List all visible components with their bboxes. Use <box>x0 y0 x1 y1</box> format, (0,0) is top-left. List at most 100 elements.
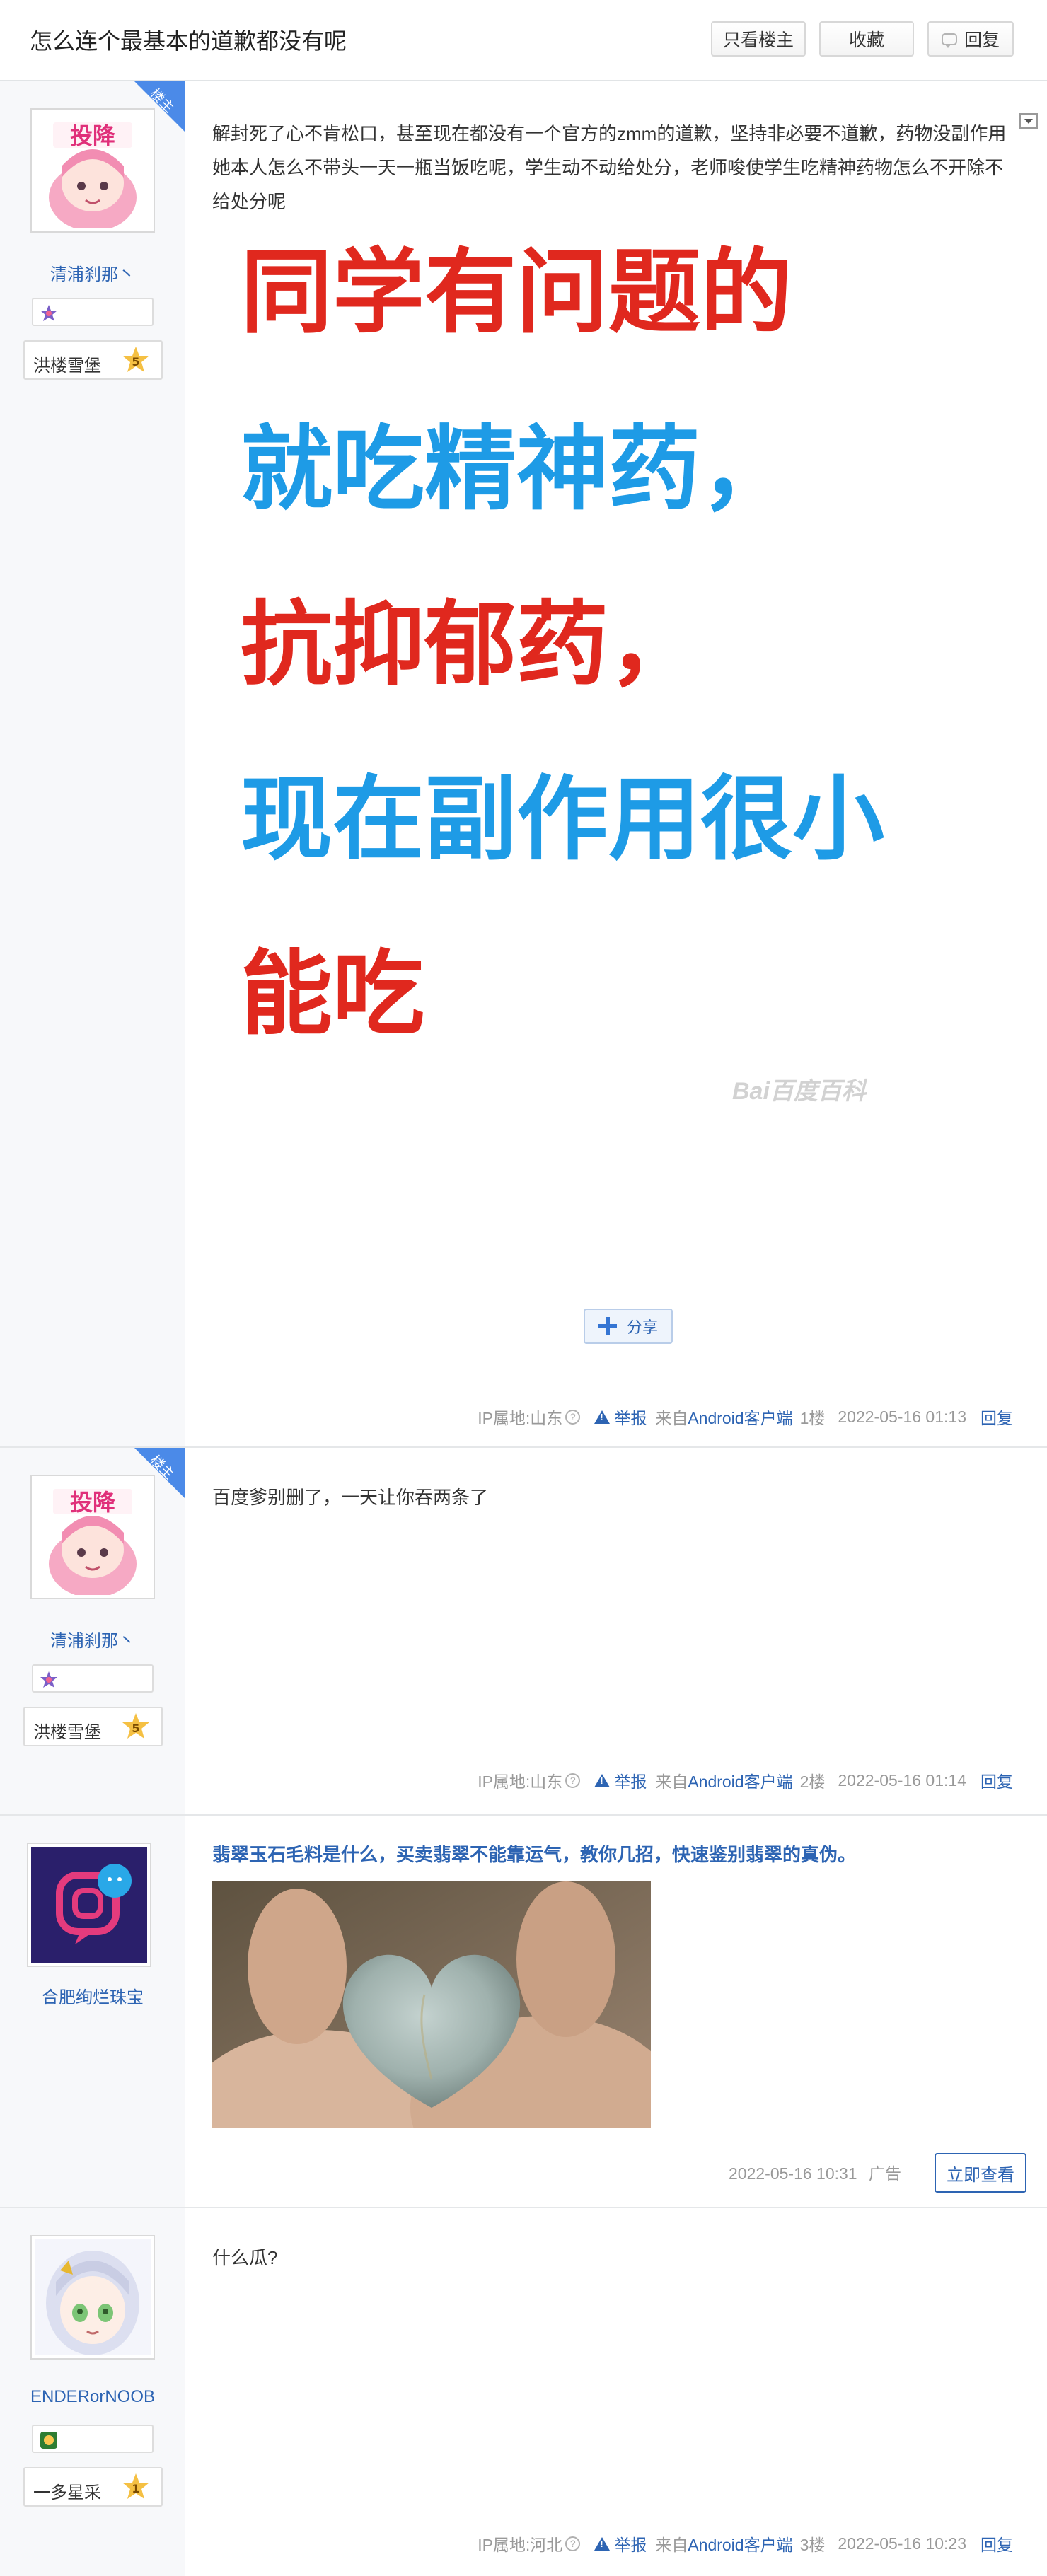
favorite-button[interactable]: 收藏 <box>819 21 914 57</box>
plus-icon <box>598 1317 617 1335</box>
reply-button[interactable]: 回复 <box>927 21 1014 57</box>
username-link[interactable]: ENDERorNOOB <box>0 2387 185 2407</box>
level-name: 洪楼雪堡 <box>33 356 101 376</box>
post-meta-3: IP属地:河北 ? 举报 来自 Android客户端 3楼 2022-05-16… <box>478 2532 1013 2555</box>
share-label: 分享 <box>626 1318 658 1336</box>
level-number: 1 <box>132 2482 139 2495</box>
report-link[interactable]: 举报 <box>594 1768 647 1792</box>
help-icon[interactable]: ? <box>565 1773 581 1788</box>
reply-link[interactable]: 回复 <box>981 1768 1013 1792</box>
post-text: 百度爹别删了，一天让你吞两条了 <box>212 1487 489 1508</box>
report-label: 举报 <box>614 1773 647 1791</box>
baike-watermark: Bai百度百科 <box>732 1078 866 1105</box>
warning-icon <box>594 1410 611 1424</box>
avatar-caption: 投降 <box>70 122 116 149</box>
meme-line-1: 同学有问题的 <box>241 238 793 346</box>
meme-line-2: 就吃精神药， <box>241 415 793 523</box>
thread-title: 怎么连个最基本的道歉都没有呢 <box>30 28 347 54</box>
advertiser-name[interactable]: 合肥绚烂珠宝 <box>0 1983 185 2008</box>
jade-heart-photo <box>212 1881 651 2128</box>
member-medal-icon <box>40 1671 57 1688</box>
floor-number: 3楼 <box>799 2536 826 2554</box>
report-label: 举报 <box>614 1409 647 1427</box>
level-box: 洪楼雪堡 5 <box>23 340 163 380</box>
from-prefix: 来自 <box>655 2536 688 2554</box>
only-op-label: 只看楼主 <box>722 30 794 50</box>
post-text: 什么瓜? <box>212 2247 278 2268</box>
comment-bubble-icon <box>941 33 957 48</box>
ad-label: 广告 <box>869 2164 901 2183</box>
meme-image: 同学有问题的 就吃精神药， 抗抑郁药， 现在副作用很小 能吃 <box>212 225 884 1144</box>
reply-label: 回复 <box>964 30 1000 50</box>
level-box: 一多星采 1 <box>23 2467 163 2507</box>
ad-meta: 2022-05-16 10:31 广告 <box>729 2160 901 2184</box>
level-number: 5 <box>132 355 139 369</box>
badge-bar <box>32 1664 154 1693</box>
floor-number: 2楼 <box>799 1773 826 1791</box>
reply-link[interactable]: 回复 <box>981 1405 1013 1429</box>
report-link[interactable]: 举报 <box>594 2531 647 2555</box>
meme-line-4: 现在副作用很小 <box>241 765 885 873</box>
level-box: 洪楼雪堡 5 <box>23 1707 163 1746</box>
ad-time: 2022-05-16 10:31 <box>729 2164 857 2183</box>
report-label: 举报 <box>614 2536 647 2554</box>
post-floor-2: 楼主 投降 清浦刹那丶 洪楼雪堡 5 百度爹别删了，一天让你吞两条了 IP属地:… <box>0 1448 1047 1816</box>
floor-number: 1楼 <box>799 1409 826 1427</box>
client-link[interactable]: Android客户端 <box>688 1768 792 1792</box>
report-link[interactable]: 举报 <box>594 1405 647 1429</box>
avatar[interactable] <box>30 2235 155 2360</box>
level-name: 洪楼雪堡 <box>33 1723 101 1742</box>
anime-avatar-image: 投降 <box>35 112 151 228</box>
post-time: 2022-05-16 01:13 <box>838 1407 966 1426</box>
share-button[interactable]: 分享 <box>584 1309 673 1344</box>
anime-avatar-image: 投降 <box>35 1479 151 1595</box>
meme-line-3: 抗抑郁药， <box>241 591 701 698</box>
from-prefix: 来自 <box>655 1409 688 1427</box>
username-link[interactable]: 清浦刹那丶 <box>0 260 185 285</box>
view-now-button[interactable]: 立即查看 <box>935 2153 1026 2193</box>
post-time: 2022-05-16 10:23 <box>838 2534 966 2553</box>
ip-location: IP属地:山东 <box>478 1773 563 1791</box>
advertiser-sidebar: 合肥绚烂珠宝 <box>0 1816 185 2207</box>
thread-header: 怎么连个最基本的道歉都没有呢 只看楼主 收藏 回复 <box>0 0 1047 81</box>
avatar[interactable]: 投降 <box>30 108 155 233</box>
level-number: 5 <box>132 1722 139 1735</box>
help-icon[interactable]: ? <box>565 1409 581 1425</box>
post-text: 解封死了心不肯松口，甚至现在都没有一个官方的zmm的道歉，坚持非必要不道歉，药物… <box>212 123 1007 212</box>
post-menu-toggle[interactable] <box>1019 113 1038 129</box>
app-logo-icon <box>31 1847 147 1963</box>
meme-line-5: 能吃 <box>241 940 425 1048</box>
avatar-caption: 投降 <box>70 1489 116 1516</box>
post-floor-3: ENDERorNOOB 一多星采 1 什么瓜? IP属地:河北 ? 举报 来自 … <box>0 2208 1047 2576</box>
favorite-label: 收藏 <box>848 30 884 50</box>
client-link[interactable]: Android客户端 <box>688 2531 792 2555</box>
advertiser-avatar[interactable] <box>27 1843 151 1967</box>
member-medal-icon <box>40 2432 57 2449</box>
member-medal-icon <box>40 305 57 321</box>
client-link[interactable]: Android客户端 <box>688 1405 792 1429</box>
reply-link[interactable]: 回复 <box>981 2531 1013 2555</box>
warning-icon <box>594 2536 611 2551</box>
username-link[interactable]: 清浦刹那丶 <box>0 1627 185 1652</box>
post-time: 2022-05-16 01:14 <box>838 1770 966 1789</box>
ip-location: IP属地:山东 <box>478 1409 563 1427</box>
ad-title-link[interactable]: 翡翠玉石毛料是什么，买卖翡翠不能靠运气，教你几招，快速鉴别翡翠的真伪。 <box>212 1840 856 1867</box>
level-star-icon: 1 <box>122 2473 149 2499</box>
post-meta-1: IP属地:山东 ? 举报 来自 Android客户端 1楼 2022-05-16… <box>478 1405 1013 1428</box>
level-star-icon: 5 <box>122 1713 149 1739</box>
level-name: 一多星采 <box>33 2483 101 2502</box>
only-op-button[interactable]: 只看楼主 <box>711 21 806 57</box>
anime-avatar-image <box>35 2239 151 2355</box>
ad-image[interactable] <box>212 1881 651 2128</box>
badge-bar <box>32 2425 154 2453</box>
avatar[interactable]: 投降 <box>30 1475 155 1599</box>
author-sidebar: 楼主 投降 清浦刹那丶 洪楼雪堡 5 <box>0 1448 185 1814</box>
author-sidebar: ENDERorNOOB 一多星采 1 <box>0 2208 185 2576</box>
post-meta-2: IP属地:山东 ? 举报 来自 Android客户端 2楼 2022-05-16… <box>478 1769 1013 1792</box>
ip-location: IP属地:河北 <box>478 2536 563 2554</box>
from-prefix: 来自 <box>655 1773 688 1791</box>
badge-bar <box>32 298 154 326</box>
warning-icon <box>594 1773 611 1787</box>
author-sidebar: 楼主 投降 清浦刹那丶 洪楼雪堡 5 <box>0 81 185 1446</box>
help-icon[interactable]: ? <box>565 2536 581 2551</box>
